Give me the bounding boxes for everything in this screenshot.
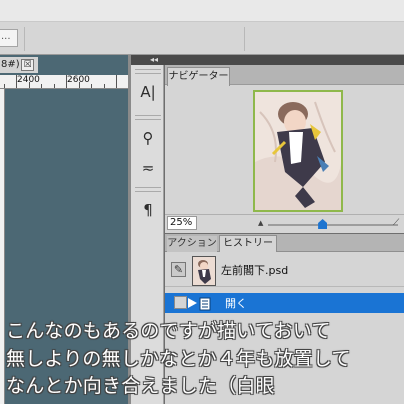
options-bar: [0, 22, 404, 55]
ruler-tick: [116, 75, 117, 88]
horizontal-ruler: 2400 2600: [0, 75, 128, 89]
close-tab-icon[interactable]: ☒: [21, 59, 34, 71]
grip-handle[interactable]: [135, 69, 161, 74]
menu-bar: [0, 0, 404, 22]
zoom-out-icon[interactable]: ▲: [258, 219, 268, 227]
zoom-in-icon[interactable]: ⟋: [393, 218, 404, 228]
snapshot-artwork: [193, 257, 215, 285]
current-state-arrow-icon: [188, 298, 197, 308]
ruler-tick: [29, 82, 30, 88]
dock-header: [131, 55, 404, 65]
caption-text: こんなのもあるのですが描いておいて 無しよりの無しかなとか４年も放置して なんと…: [6, 318, 404, 404]
ruler-tick: [4, 84, 5, 88]
zoom-slider[interactable]: [268, 224, 398, 226]
adjust-icon[interactable]: ≂: [137, 157, 159, 179]
navigator-preview[interactable]: [253, 90, 343, 212]
history-brush-source-icon[interactable]: ✎: [171, 262, 186, 277]
caption-line: 無しよりの無しかなとか４年も放置して: [6, 347, 351, 370]
zoom-percent-field[interactable]: 25%: [167, 216, 197, 230]
ruler-tick: [54, 84, 55, 88]
caption-line: こんなのもあるのですが描いておいて: [6, 320, 331, 342]
grip-handle[interactable]: [135, 187, 161, 192]
tab-navigator[interactable]: ナビゲーター: [167, 67, 230, 86]
ruler-tick: [41, 84, 42, 88]
ruler-tick: [79, 82, 80, 88]
tab-history[interactable]: ヒストリー: [219, 235, 277, 253]
ruler-tick: [66, 75, 67, 88]
vertical-ruler: [0, 89, 5, 404]
collapse-dock-icon[interactable]: ◂◂: [150, 55, 164, 65]
options-separator: [244, 27, 245, 51]
options-field[interactable]: ...: [0, 29, 18, 47]
artwork-thumbnail: [255, 92, 341, 210]
ruler-tick: [91, 84, 92, 88]
ruler-tick: [16, 75, 17, 88]
options-separator: [24, 27, 25, 51]
snapshot-thumbnail: [192, 256, 216, 286]
history-state-icon: [199, 296, 211, 311]
history-state-label: 開く: [225, 297, 247, 310]
paragraph-icon[interactable]: ¶: [137, 199, 159, 221]
document-state-icon: [199, 297, 211, 311]
brush-preset-icon[interactable]: ⚲: [137, 127, 159, 149]
tab-actions[interactable]: アクション: [167, 236, 217, 252]
ruler-tick: [104, 84, 105, 88]
history-checkbox[interactable]: [174, 296, 187, 309]
character-icon[interactable]: A|: [137, 81, 159, 103]
snapshot-label: 左前閣下.psd: [221, 264, 289, 277]
caption-line: なんとか向き合えました（白眼: [6, 375, 275, 397]
grip-handle[interactable]: [135, 115, 161, 120]
